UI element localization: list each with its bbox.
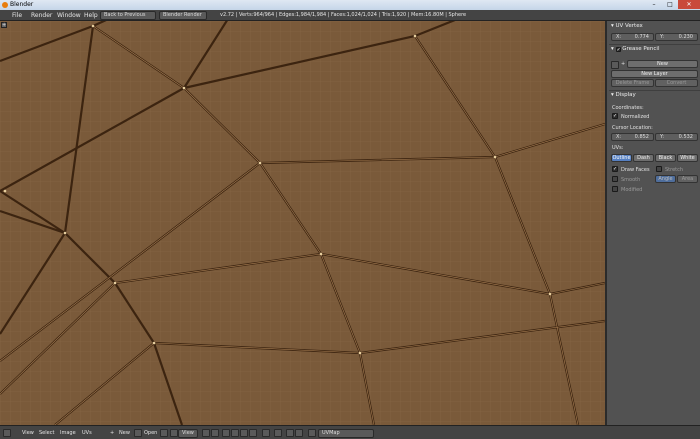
uv-mode-black[interactable]: Black [655, 154, 676, 162]
uv-editor-header: View Select Image UVs + New Open View UV… [0, 425, 700, 439]
sticky-select-icon[interactable] [262, 429, 270, 437]
uv-grid [0, 21, 605, 425]
grease-pencil-checkbox[interactable]: ✓ [615, 47, 621, 53]
area-split-widget[interactable]: + [1, 22, 7, 28]
cursor-x-label: X: [616, 134, 622, 140]
convert-label: Convert [666, 80, 687, 86]
cursor-location-label: Cursor Location: [612, 125, 653, 131]
uv-x-value: 0.774 [634, 34, 649, 40]
normalized-label: Normalized [621, 114, 650, 120]
uv-vertex-header[interactable]: ▾ UV Vertex [611, 23, 643, 29]
uvmap-select[interactable]: UVMap [318, 429, 374, 438]
blender-logo-icon [2, 2, 8, 8]
menu-view[interactable]: View [22, 430, 34, 436]
mode-icon[interactable] [170, 429, 178, 437]
new-image-icon[interactable]: + [110, 430, 114, 436]
uv-mode-white[interactable]: White [677, 154, 698, 162]
display-title: Display [615, 92, 636, 98]
delete-frame-button[interactable]: Delete Frame [611, 79, 654, 87]
face-select-icon[interactable] [240, 429, 248, 437]
back-to-previous-button[interactable]: Back to Previous [100, 11, 156, 20]
divider [609, 90, 700, 91]
menu-image[interactable]: Image [60, 430, 76, 436]
view-mode-select[interactable]: View [178, 429, 198, 438]
new-layer-button[interactable]: New Layer [611, 70, 698, 78]
pin-icon[interactable] [160, 429, 168, 437]
smooth-label: Smooth [621, 177, 641, 183]
snap-icon[interactable] [286, 429, 294, 437]
render-engine-label: Blender Render [163, 12, 202, 18]
uvmap-icon [308, 429, 316, 437]
stretch-label: Stretch [665, 167, 684, 173]
uv-mode-dash[interactable]: Dash [633, 154, 654, 162]
cursor-y-label: Y: [660, 134, 665, 140]
stretch-area-button[interactable]: Area [677, 175, 698, 183]
close-button[interactable]: ✕ [678, 0, 700, 9]
stretch-angle-button[interactable]: Angle [655, 175, 676, 183]
menu-file[interactable]: File [12, 12, 22, 19]
view-mode-label: View [182, 430, 194, 436]
convert-button[interactable]: Convert [655, 79, 698, 87]
vertex-select-icon[interactable] [222, 429, 230, 437]
proportional-edit-icon[interactable] [274, 429, 282, 437]
menu-uvs[interactable]: UVs [82, 430, 92, 436]
grease-pencil-header[interactable]: ▾ ✓ Grease Pencil [611, 46, 660, 53]
window-title: Blender [10, 1, 34, 8]
maximize-button[interactable]: □ [662, 0, 678, 9]
info-header: File Render Window Help Back to Previous… [0, 10, 700, 21]
draw-faces-checkbox[interactable]: ✓ [612, 166, 618, 172]
menu-help[interactable]: Help [84, 12, 98, 19]
uv-canvas[interactable] [0, 21, 605, 425]
normalized-checkbox[interactable]: ✓ [612, 113, 618, 119]
new-layer-label: New Layer [641, 71, 668, 77]
window-title-bar: Blender – □ ✕ [0, 0, 700, 10]
uv-y-field[interactable]: Y: 0.230 [655, 33, 698, 41]
delete-frame-label: Delete Frame [615, 80, 650, 86]
cursor-x-field[interactable]: X: 0.852 [611, 133, 654, 141]
new-image-button[interactable]: New [119, 430, 130, 436]
menu-render[interactable]: Render [31, 12, 52, 19]
coordinates-label: Coordinates: [612, 105, 644, 111]
grease-pencil-title: Grease Pencil [622, 46, 660, 52]
grease-new-button[interactable]: New [627, 60, 698, 68]
modified-label: Modified [621, 187, 643, 193]
pivot-icon[interactable] [202, 429, 210, 437]
uvmap-label: UVMap [322, 430, 340, 436]
cursor-y-value: 0.532 [678, 134, 693, 140]
grease-new-label: New [657, 61, 668, 67]
stretch-checkbox[interactable] [656, 166, 662, 172]
properties-region: ▾ UV Vertex X: 0.774 Y: 0.230 ▾ ✓ Grease… [605, 21, 700, 425]
back-to-previous-label: Back to Previous [104, 12, 146, 18]
display-header[interactable]: ▾ Display [611, 92, 636, 98]
uv-y-value: 0.230 [678, 34, 693, 40]
island-select-icon[interactable] [249, 429, 257, 437]
smooth-checkbox[interactable] [612, 176, 618, 182]
add-icon[interactable]: + [621, 61, 625, 67]
uv-y-label: Y: [660, 34, 665, 40]
uv-x-field[interactable]: X: 0.774 [611, 33, 654, 41]
edge-select-icon[interactable] [231, 429, 239, 437]
sync-icon[interactable] [211, 429, 219, 437]
pencil-icon[interactable] [611, 61, 619, 69]
cursor-x-value: 0.852 [634, 134, 649, 140]
uv-editor-viewport[interactable] [0, 21, 605, 425]
cursor-y-field[interactable]: Y: 0.532 [655, 133, 698, 141]
scene-stats: v2.72 | Verts:964/964 | Edges:1,984/1,98… [220, 12, 467, 18]
minimize-button[interactable]: – [646, 0, 662, 9]
render-engine-select[interactable]: Blender Render [159, 11, 207, 20]
menu-window[interactable]: Window [57, 12, 81, 19]
uvs-label: UVs: [612, 145, 624, 151]
divider [609, 44, 700, 45]
uv-x-label: X: [616, 34, 622, 40]
uv-mode-outline[interactable]: Outline [611, 154, 632, 162]
open-image-button[interactable]: Open [144, 430, 157, 436]
modified-checkbox[interactable] [612, 186, 618, 192]
uv-vertex-title: UV Vertex [615, 23, 643, 29]
snap-target-icon[interactable] [295, 429, 303, 437]
editor-type-icon[interactable] [3, 429, 11, 437]
draw-faces-label: Draw Faces [621, 167, 650, 173]
menu-select[interactable]: Select [39, 430, 54, 436]
folder-icon [134, 429, 142, 437]
